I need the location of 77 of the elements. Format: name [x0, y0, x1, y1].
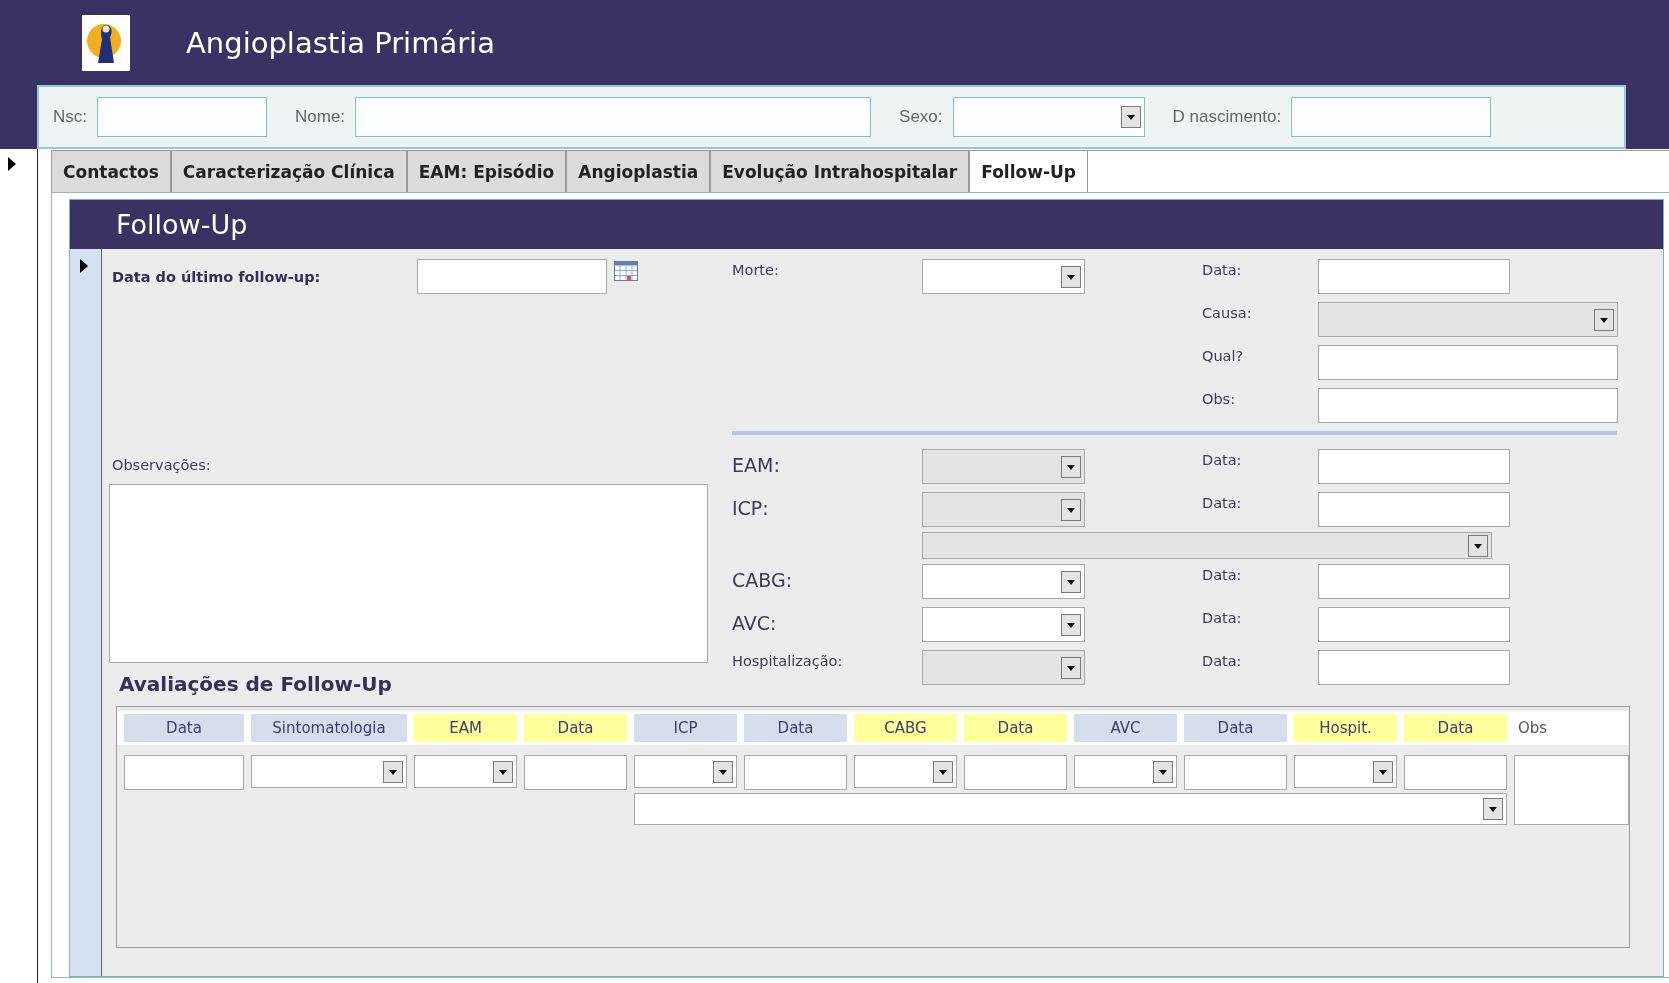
column-header: CABG: [854, 714, 957, 742]
column-header: AVC: [1074, 714, 1177, 742]
field-label: Data:: [1202, 261, 1243, 278]
field-label: D nascimento:: [1172, 107, 1282, 127]
date-field[interactable]: [744, 755, 847, 790]
text-area[interactable]: [1514, 755, 1629, 825]
column-header: ICP: [634, 714, 737, 742]
text-field[interactable]: [97, 97, 267, 137]
logo-icon: [82, 14, 130, 71]
field-label: Data:: [1202, 451, 1243, 468]
dropdown-field[interactable]: [922, 564, 1085, 599]
date-field[interactable]: [1318, 607, 1510, 642]
record-selector-icon: [8, 157, 16, 171]
dropdown-field[interactable]: [634, 793, 1507, 825]
dropdown-field[interactable]: [854, 755, 957, 788]
date-field[interactable]: [1184, 755, 1287, 790]
field-label: Nsc:: [53, 107, 87, 127]
date-field[interactable]: [964, 755, 1067, 790]
field-label: Data:: [1202, 566, 1243, 583]
field-label: EAM:: [732, 453, 781, 476]
field-label: Data do último follow-up:: [112, 268, 322, 285]
tab[interactable]: Evolução Intrahospitalar: [710, 150, 970, 192]
field-label: Observações:: [111, 457, 211, 475]
column-header: Data: [964, 714, 1067, 742]
dropdown-field[interactable]: [414, 755, 517, 788]
dropdown-field[interactable]: [952, 97, 1145, 137]
window-title: Angioplastia Primária: [186, 25, 495, 60]
text-field[interactable]: [355, 97, 872, 137]
column-header: Data: [1184, 714, 1287, 742]
tab[interactable]: Contactos: [51, 150, 171, 192]
dropdown-field[interactable]: [922, 607, 1085, 642]
date-field[interactable]: [1318, 564, 1510, 599]
field-label: Sexo:: [899, 107, 943, 127]
tab[interactable]: Angioplastia: [566, 150, 711, 192]
tab[interactable]: EAM: Episódio: [406, 150, 567, 192]
text-field[interactable]: [1318, 345, 1618, 380]
date-field[interactable]: [417, 259, 607, 294]
tab[interactable]: Follow-Up: [969, 150, 1088, 192]
field-label: Morte:: [732, 261, 780, 278]
column-header: Hospit.: [1294, 714, 1397, 742]
field-label: Data:: [1202, 652, 1243, 669]
column-header: Data: [744, 714, 847, 742]
dropdown-field[interactable]: [251, 755, 407, 788]
date-field[interactable]: [1318, 650, 1510, 685]
dropdown-field[interactable]: [1074, 755, 1177, 788]
date-field[interactable]: [524, 755, 627, 790]
field-label: Data:: [1202, 494, 1243, 511]
date-field[interactable]: [124, 755, 244, 790]
text-field[interactable]: [1318, 388, 1618, 423]
subform-title: Avaliações de Follow-Up: [118, 671, 392, 698]
field-label: Hospitalização:: [732, 652, 844, 669]
field-label: Data:: [1202, 609, 1243, 626]
dropdown-field[interactable]: [634, 755, 737, 788]
field-label: Qual?: [1202, 347, 1245, 364]
column-header: Data: [524, 714, 627, 742]
column-header: Sintomatologia: [251, 714, 407, 742]
field-label: Nome:: [295, 107, 346, 127]
section-title: Follow-Up: [116, 209, 248, 240]
date-field[interactable]: [1318, 492, 1510, 527]
dropdown-field[interactable]: [922, 259, 1085, 294]
record-selector-icon: [80, 259, 88, 273]
field-label: Obs:: [1202, 390, 1237, 407]
calendar-icon[interactable]: [614, 261, 638, 281]
dropdown-field[interactable]: [1294, 755, 1397, 788]
text-field[interactable]: [1291, 97, 1492, 137]
field-label: AVC:: [732, 611, 778, 634]
date-field[interactable]: [1318, 259, 1510, 294]
date-field[interactable]: [1318, 449, 1510, 484]
field-label: ICP:: [732, 496, 770, 519]
field-label: CABG:: [732, 568, 794, 591]
column-header: Obs: [1517, 718, 1549, 739]
column-header: Data: [124, 714, 244, 742]
column-header: Data: [1404, 714, 1507, 742]
tab[interactable]: Caracterização Clínica: [170, 150, 407, 192]
date-field[interactable]: [1404, 755, 1507, 790]
field-label: Causa:: [1202, 304, 1253, 321]
column-header: EAM: [414, 714, 517, 742]
